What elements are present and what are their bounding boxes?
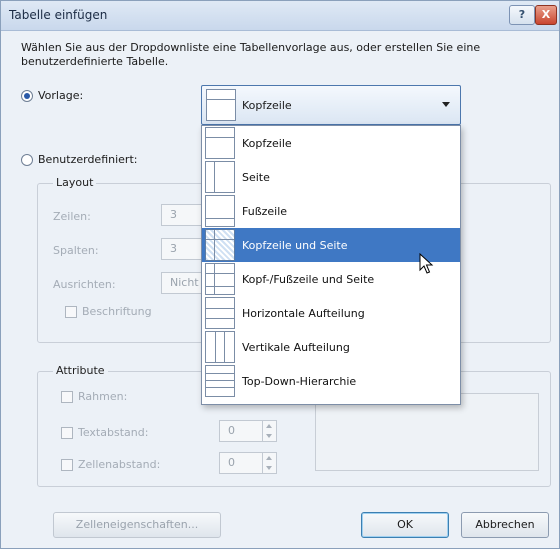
zeilen-input[interactable]: 3 [161, 204, 205, 226]
vorlage-radio[interactable] [21, 90, 33, 102]
window-title: Tabelle einfügen [9, 8, 108, 22]
template-combobox[interactable]: Kopfzeile [201, 85, 461, 125]
dropdown-item-label: Seite [242, 171, 270, 184]
header-footer-side-template-icon [205, 263, 235, 295]
zellenabstand-spinner[interactable]: 0 [219, 452, 277, 474]
dropdown-item-fusszeile[interactable]: Fußzeile [202, 194, 460, 228]
spin-arrows-icon[interactable] [262, 420, 276, 442]
attribute-group-title: Attribute [53, 364, 108, 377]
ausrichten-value: Nicht [170, 276, 199, 289]
zellenabstand-value: 0 [228, 456, 235, 469]
beschriftung-checkbox[interactable] [65, 306, 77, 318]
ok-button[interactable]: OK [361, 512, 449, 538]
ausrichten-select[interactable]: Nicht [161, 272, 205, 294]
header-row-template-icon [205, 127, 235, 159]
dropdown-item-label: Horizontale Aufteilung [242, 307, 365, 320]
rahmen-checkbox[interactable] [61, 391, 73, 403]
zellenabstand-checkbox[interactable] [61, 459, 73, 471]
top-down-hierarchy-template-icon [205, 365, 235, 397]
header-and-side-template-icon [205, 229, 235, 261]
dropdown-item-kopfzeile[interactable]: Kopfzeile [202, 126, 460, 160]
spin-arrows-icon[interactable] [262, 452, 276, 474]
benutzerdefiniert-radio[interactable] [21, 154, 33, 166]
zeilen-label: Zeilen: [53, 210, 91, 223]
beschriftung-label[interactable]: Beschriftung [82, 305, 152, 318]
rahmen-label[interactable]: Rahmen: [78, 390, 127, 403]
dropdown-item-label: Fußzeile [242, 205, 288, 218]
mouse-pointer-icon [419, 253, 434, 274]
dropdown-item-horizontale-aufteilung[interactable]: Horizontale Aufteilung [202, 296, 460, 330]
dropdown-item-label: Top-Down-Hierarchie [242, 375, 357, 388]
title-bar[interactable]: Tabelle einfügen ? X [1, 1, 559, 31]
combo-value: Kopfzeile [242, 99, 292, 112]
ausrichten-label: Ausrichten: [53, 278, 116, 291]
zellenabstand-label[interactable]: Zellenabstand: [78, 458, 160, 471]
spalten-label: Spalten: [53, 244, 99, 257]
benutzerdefiniert-label[interactable]: Benutzerdefiniert: [38, 153, 137, 166]
horizontal-split-template-icon [205, 297, 235, 329]
dropdown-item-label: Kopf-/Fußzeile und Seite [242, 273, 375, 286]
dropdown-item-label: Kopfzeile [242, 137, 292, 150]
dropdown-item-vertikale-aufteilung[interactable]: Vertikale Aufteilung [202, 330, 460, 364]
close-button[interactable]: X [535, 5, 557, 25]
cancel-button[interactable]: Abbrechen [461, 512, 549, 538]
textabstand-spinner[interactable]: 0 [219, 420, 277, 442]
textabstand-checkbox[interactable] [61, 427, 73, 439]
insert-table-dialog: Tabelle einfügen ? X Wählen Sie aus der … [0, 0, 560, 549]
vorlage-label[interactable]: Vorlage: [38, 89, 83, 102]
vertical-split-template-icon [205, 331, 235, 363]
dropdown-item-top-down-hierarchie[interactable]: Top-Down-Hierarchie [202, 364, 460, 398]
cell-properties-button[interactable]: Zelleneigenschaften... [53, 512, 221, 538]
dropdown-item-seite[interactable]: Seite [202, 160, 460, 194]
dropdown-item-label: Kopfzeile und Seite [242, 239, 348, 252]
chevron-down-icon[interactable] [442, 102, 450, 107]
combo-template-thumbnail [206, 89, 236, 121]
help-button[interactable]: ? [509, 5, 535, 25]
layout-group-title: Layout [53, 176, 97, 189]
instruction-text: Wählen Sie aus der Dropdownliste eine Ta… [21, 41, 481, 68]
spalten-input[interactable]: 3 [161, 238, 205, 260]
spalten-value: 3 [170, 242, 177, 255]
zeilen-value: 3 [170, 208, 177, 221]
footer-row-template-icon [205, 195, 235, 227]
side-column-template-icon [205, 161, 235, 193]
textabstand-value: 0 [228, 424, 235, 437]
dropdown-item-label: Vertikale Aufteilung [242, 341, 350, 354]
textabstand-label[interactable]: Textabstand: [78, 426, 148, 439]
